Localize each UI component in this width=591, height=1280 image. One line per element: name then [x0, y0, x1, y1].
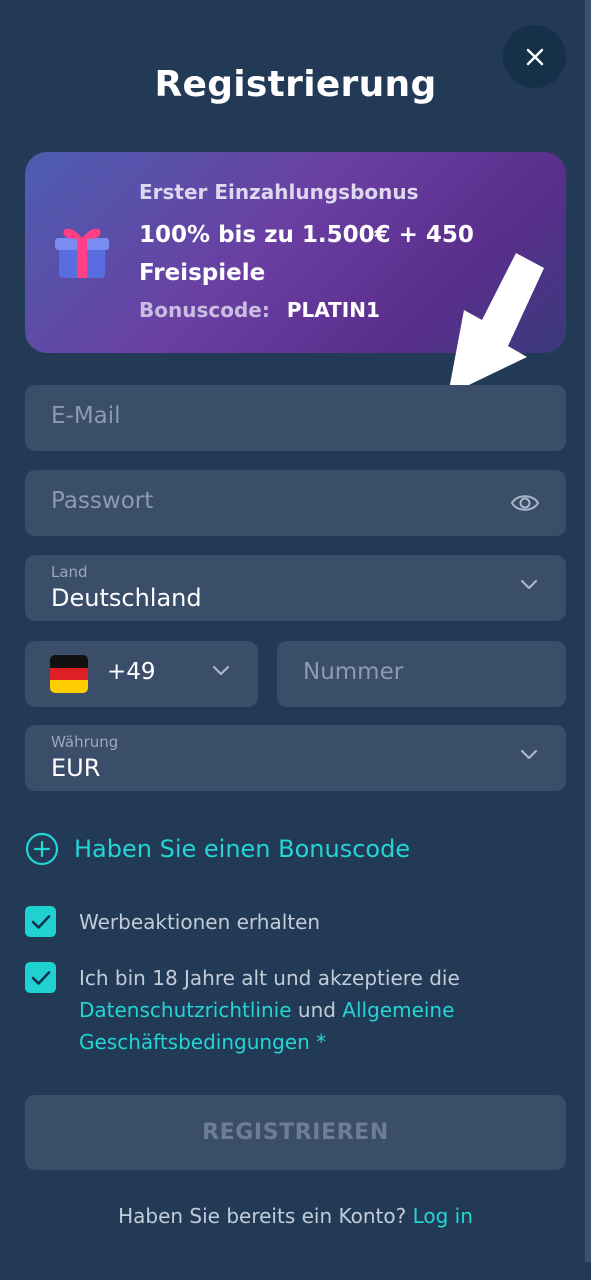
email-placeholder: E-Mail [51, 403, 121, 429]
checkmark-icon [31, 914, 50, 929]
terms-text: Ich bin 18 Jahre alt und akzeptiere die … [79, 962, 539, 1058]
phone-number-placeholder: Nummer [303, 659, 404, 685]
bonus-code-label: Bonuscode: [139, 298, 270, 322]
checkmark-icon [31, 970, 50, 985]
login-prompt: Haben Sie bereits ein Konto? Log in [0, 1204, 591, 1228]
arrow-pointer-icon [448, 253, 544, 395]
bonus-code-link-text: Haben Sie einen Bonuscode [74, 835, 411, 863]
promo-consent-row: Werbeaktionen erhalten [25, 906, 566, 940]
bonus-code-value: PLATIN1 [286, 298, 380, 322]
terms-consent-row: Ich bin 18 Jahre alt und akzeptiere die … [25, 962, 566, 1062]
phone-number-field[interactable]: Nummer [277, 641, 566, 707]
germany-flag-icon [50, 655, 88, 693]
chevron-down-icon [212, 665, 230, 676]
terms-checkbox[interactable] [25, 962, 56, 993]
password-field[interactable]: Passwort [25, 470, 566, 536]
page-title: Registrierung [154, 64, 437, 105]
required-mark: * [316, 1030, 327, 1054]
privacy-policy-link[interactable]: Datenschutzrichtlinie [79, 998, 292, 1022]
login-link[interactable]: Log in [413, 1204, 473, 1228]
bonus-code-row: Bonuscode: PLATIN1 [139, 298, 380, 322]
country-label: Land [51, 563, 88, 581]
bonus-headline: Erster Einzahlungsbonus [139, 180, 419, 204]
register-button[interactable]: REGISTRIEREN [25, 1095, 566, 1170]
email-field[interactable]: E-Mail [25, 385, 566, 451]
promo-checkbox[interactable] [25, 906, 56, 937]
eye-icon[interactable] [510, 490, 540, 516]
chevron-down-icon [520, 749, 538, 760]
close-icon [526, 48, 543, 65]
scrollbar[interactable] [585, 0, 591, 1262]
terms-prefix: Ich bin 18 Jahre alt und akzeptiere die [79, 966, 460, 990]
password-placeholder: Passwort [51, 488, 154, 514]
bonus-offer: 100% bis zu 1.500€ + 450 Freispiele [139, 222, 474, 286]
phone-code-select[interactable]: +49 [25, 641, 258, 707]
plus-circle-icon [25, 832, 59, 866]
gift-icon [55, 228, 109, 278]
country-select[interactable]: Land Deutschland [25, 555, 566, 621]
country-value: Deutschland [51, 584, 202, 612]
currency-value: EUR [51, 754, 101, 782]
promo-label: Werbeaktionen erhalten [79, 910, 321, 934]
currency-select[interactable]: Währung EUR [25, 725, 566, 791]
phone-code-value: +49 [107, 659, 156, 685]
bonus-code-toggle[interactable]: Haben Sie einen Bonuscode [25, 832, 410, 866]
login-question: Haben Sie bereits ein Konto? [118, 1204, 407, 1228]
terms-and: und [297, 998, 336, 1022]
currency-label: Währung [51, 733, 119, 751]
chevron-down-icon [520, 579, 538, 590]
